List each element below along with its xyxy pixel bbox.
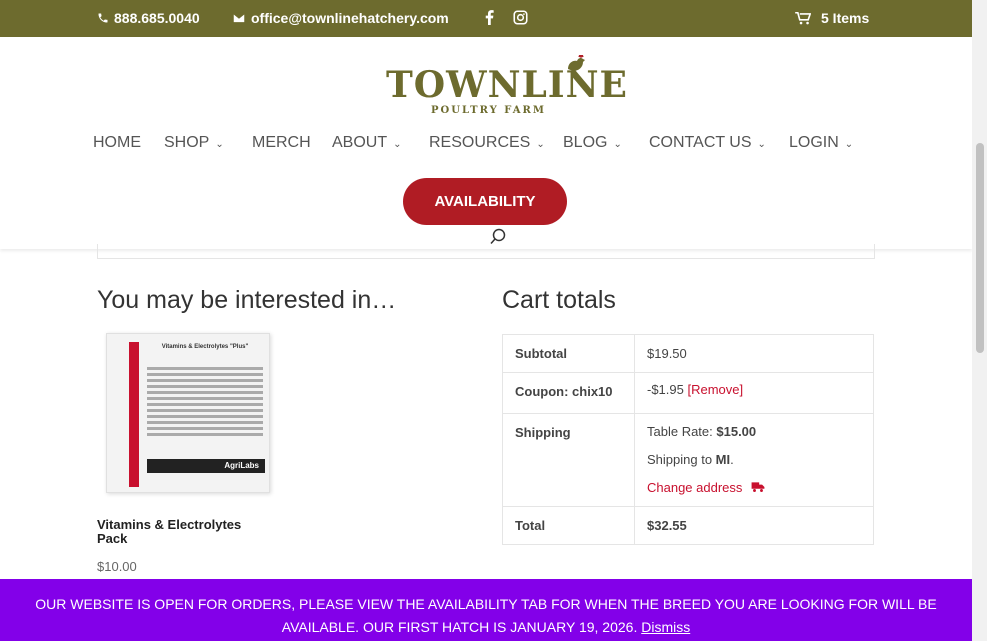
nav-login[interactable]: LOGIN ⌄ xyxy=(789,134,853,152)
nav-blog[interactable]: BLOG ⌄ xyxy=(563,134,622,152)
product-name-link[interactable]: Vitamins & Electrolytes Pack xyxy=(97,518,267,546)
phone-icon xyxy=(98,13,108,23)
nav-resources[interactable]: RESOURCES ⌄ xyxy=(429,134,545,152)
cart-link[interactable]: 5 Items xyxy=(795,10,869,26)
shipping-rate: Table Rate: $15.00 xyxy=(647,418,861,446)
nav-about[interactable]: ABOUT ⌄ xyxy=(332,134,402,152)
total-label: Total xyxy=(502,506,635,545)
product-image[interactable]: Vitamins & Electrolytes "Plus" AgriLabs xyxy=(106,333,270,493)
nav-home-label: HOME xyxy=(93,134,141,151)
top-bar: 888.685.0040 office@townlinehatchery.com… xyxy=(0,0,972,37)
chicken-icon xyxy=(568,55,585,71)
table-row: Shipping Table Rate: $15.00 Shipping to … xyxy=(502,413,874,507)
nav-shop-label: SHOP xyxy=(164,134,210,151)
logo-tagline: POULTRY FARM xyxy=(431,105,546,116)
shipping-to-prefix: Shipping to xyxy=(647,452,716,467)
envelope-icon xyxy=(232,12,246,24)
chevron-down-icon: ⌄ xyxy=(757,138,766,150)
cart-table-bottom xyxy=(97,244,875,259)
store-notice-banner: Our website is open for orders, please v… xyxy=(0,579,972,641)
table-row: Total $32.55 xyxy=(502,506,874,545)
shipping-rate-prefix: Table Rate: xyxy=(647,424,717,439)
nav-resources-label: RESOURCES xyxy=(429,134,531,151)
banner-text: Our website is open for orders, please v… xyxy=(35,596,937,635)
facebook-link[interactable] xyxy=(485,10,494,25)
remove-coupon-link[interactable]: [Remove] xyxy=(688,382,744,397)
shipping-rate-value: $15.00 xyxy=(716,424,757,439)
nav-shop[interactable]: SHOP ⌄ xyxy=(164,134,224,152)
cart-totals-table: Subtotal $19.50 Coupon: chix10 -$1.95 [R… xyxy=(502,334,874,545)
change-address-label: Change address xyxy=(647,480,743,495)
interested-heading: You may be interested in… xyxy=(97,286,397,314)
chevron-down-icon: ⌄ xyxy=(215,138,224,150)
instagram-icon xyxy=(513,10,528,25)
shipping-destination: Shipping to MI. xyxy=(647,446,861,474)
cart-icon xyxy=(795,11,811,24)
change-address-link[interactable]: Change address xyxy=(647,474,861,502)
nav-home[interactable]: HOME xyxy=(93,134,141,152)
package-title: Vitamins & Electrolytes "Plus" xyxy=(161,344,249,350)
coupon-label: Coupon: chix10 xyxy=(502,372,635,414)
shipping-state: MI xyxy=(715,452,731,467)
site-header: TOWNLINE POULTRY FARM HOME SHOP ⌄ MERCH … xyxy=(0,37,972,249)
truck-icon xyxy=(751,482,765,492)
chevron-down-icon: ⌄ xyxy=(613,138,622,150)
package-brand: AgriLabs xyxy=(147,459,265,473)
nav-merch-label: MERCH xyxy=(252,134,311,151)
shipping-to-suffix: . xyxy=(730,452,734,467)
subtotal-value: $19.50 xyxy=(634,334,874,373)
chevron-down-icon: ⌄ xyxy=(844,138,854,150)
coupon-value: -$1.95 xyxy=(647,382,684,397)
table-row: Coupon: chix10 -$1.95 [Remove] xyxy=(502,372,874,414)
table-row: Subtotal $19.50 xyxy=(502,334,874,373)
page-scrollbar[interactable] xyxy=(972,0,987,641)
nav-merch[interactable]: MERCH xyxy=(252,134,311,152)
scrollbar-thumb[interactable] xyxy=(976,143,984,353)
nav-contact[interactable]: CONTACT US ⌄ xyxy=(649,134,766,152)
package-stripe xyxy=(129,342,139,487)
facebook-icon xyxy=(485,10,494,25)
nav-blog-label: BLOG xyxy=(563,134,608,151)
site-logo[interactable]: TOWNLINE POULTRY FARM xyxy=(386,55,627,121)
nav-contact-label: CONTACT US xyxy=(649,134,752,151)
phone-link[interactable]: 888.685.0040 xyxy=(97,10,200,26)
nav-login-label: LOGIN xyxy=(789,134,839,151)
subtotal-label: Subtotal xyxy=(502,334,635,373)
email-address: office@townlinehatchery.com xyxy=(251,10,449,26)
package-label-text xyxy=(147,364,263,439)
coupon-cell: -$1.95 [Remove] xyxy=(634,372,874,414)
total-amount: $32.55 xyxy=(647,518,687,533)
product-price: $10.00 xyxy=(97,559,137,574)
email-link[interactable]: office@townlinehatchery.com xyxy=(232,10,449,26)
total-value: $32.55 xyxy=(634,506,874,545)
chevron-down-icon: ⌄ xyxy=(536,138,545,150)
phone-number: 888.685.0040 xyxy=(114,10,200,26)
cart-totals-heading: Cart totals xyxy=(502,286,616,314)
main-nav: HOME SHOP ⌄ MERCH ABOUT ⌄ RESOURCES ⌄ BL… xyxy=(0,134,972,154)
instagram-link[interactable] xyxy=(513,10,528,25)
cart-count: 5 Items xyxy=(821,10,870,26)
shipping-label: Shipping xyxy=(502,413,635,507)
dismiss-link[interactable]: Dismiss xyxy=(641,619,690,635)
chevron-down-icon: ⌄ xyxy=(393,138,402,150)
shipping-cell: Table Rate: $15.00 Shipping to MI. Chang… xyxy=(634,413,874,507)
logo-name: TOWNLINE xyxy=(386,64,628,106)
nav-about-label: ABOUT xyxy=(332,134,388,151)
availability-button[interactable]: AVAILABILITY xyxy=(403,178,567,225)
